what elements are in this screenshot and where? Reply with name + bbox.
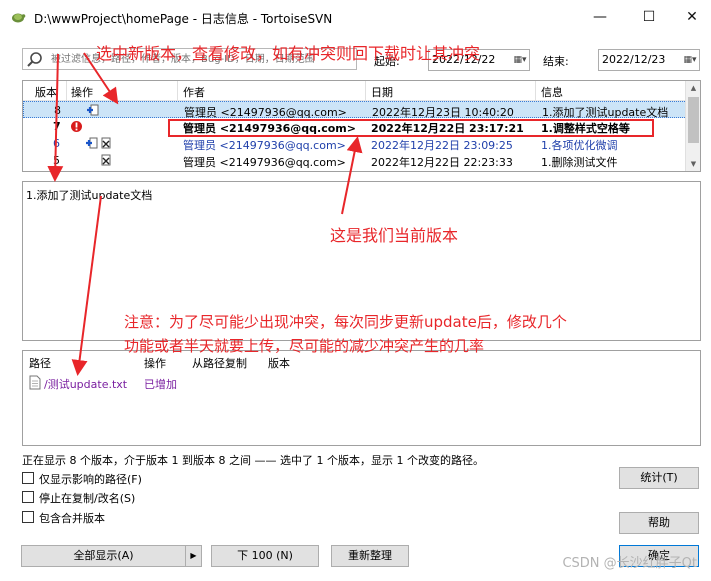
revision-message: 1.删除测试文件	[541, 156, 618, 169]
window-title: D:\wwwProject\homePage - 日志信息 - Tortoise…	[34, 12, 333, 26]
annotation-select-new-version: 选中新版本，查看修改，如有冲突则回下载时让其冲突	[96, 44, 481, 63]
revision-number: 8	[54, 104, 61, 117]
revision-author: 管理员 <21497936@qq.com>	[183, 156, 346, 169]
csdn-watermark: CSDN @长沙红胖子Qt	[562, 556, 697, 571]
calendar-dropdown-icon[interactable]: ▦▾	[683, 53, 697, 67]
revision-list-scrollbar[interactable]: ▲ ▼	[685, 81, 700, 171]
show-all-button[interactable]: 全部显示(A) ▶	[21, 545, 202, 567]
text-file-icon	[29, 375, 41, 390]
title-bar: D:\wwwProject\homePage - 日志信息 - Tortoise…	[0, 0, 711, 34]
column-header-author[interactable]: 作者	[183, 84, 205, 100]
conflict-icon	[71, 121, 82, 132]
changed-path-action: 已增加	[144, 378, 177, 391]
changed-paths-list[interactable]: 路径 操作 从路径复制 版本 /测试update.txt 已增加	[22, 350, 701, 446]
column-header-date[interactable]: 日期	[371, 84, 393, 100]
annotation-note-line2: 功能或者半天就要上传，尽可能的减少冲突产生的几率	[124, 337, 485, 355]
revision-row[interactable]: 6 管理员 <21497936@qq.com> 2022年12月22日 23:0…	[23, 135, 687, 152]
column-divider[interactable]	[365, 81, 366, 101]
column-header-actions[interactable]: 操作	[71, 84, 93, 100]
scroll-up-icon[interactable]: ▲	[686, 81, 700, 95]
deleted-file-icon	[101, 154, 111, 166]
column-header-copy-from[interactable]: 从路径复制	[192, 355, 247, 371]
scroll-down-icon[interactable]: ▼	[686, 157, 700, 171]
column-header-path-revision[interactable]: 版本	[268, 355, 290, 371]
column-divider[interactable]	[177, 81, 178, 101]
revision-row[interactable]: 5 管理员 <21497936@qq.com> 2022年12月22日 22:2…	[23, 152, 687, 169]
status-text: 正在显示 8 个版本，介于版本 1 到版本 8 之间 —— 选中了 1 个版本，…	[22, 454, 484, 467]
stop-on-copy-checkbox[interactable]	[22, 491, 34, 503]
column-header-path[interactable]: 路径	[29, 355, 51, 371]
annotation-current-version: 这是我们当前版本	[330, 226, 459, 245]
to-date-picker[interactable]: 2022/12/23 ▦▾	[598, 49, 700, 71]
revision-number: 5	[53, 154, 60, 167]
revision-number: 7	[53, 120, 61, 133]
calendar-dropdown-icon[interactable]: ▦▾	[513, 53, 527, 67]
show-all-dropdown-icon[interactable]: ▶	[185, 546, 201, 566]
revision-number: 6	[53, 137, 60, 150]
only-affected-paths-checkbox[interactable]	[22, 472, 34, 484]
revision-list-header: 版本 操作 作者 日期 信息	[23, 81, 700, 101]
only-affected-paths-label[interactable]: 仅显示影响的路径(F)	[39, 471, 142, 487]
revision-date: 2022年12月22日 23:09:25	[371, 139, 513, 152]
to-date-label: 结束:	[543, 55, 569, 68]
show-all-label: 全部显示(A)	[73, 549, 134, 562]
annotation-note-line1: 注意：为了尽可能少出现冲突，每次同步更新update后，修改几个	[124, 313, 567, 331]
include-merged-label[interactable]: 包含合并版本	[39, 510, 105, 526]
changed-path: /测试update.txt	[44, 378, 128, 391]
current-version-highlight-box	[168, 119, 654, 137]
revision-row[interactable]: 8 管理员 <21497936@qq.com> 2022年12月23日 10:4…	[23, 101, 687, 119]
minimize-button[interactable]: —	[585, 6, 615, 28]
added-file-icon	[87, 104, 99, 116]
statistics-button[interactable]: 统计(T)	[619, 467, 699, 489]
added-file-icon	[86, 137, 98, 149]
changed-path-row[interactable]: /测试update.txt 已增加	[23, 375, 323, 391]
help-button[interactable]: 帮助	[619, 512, 699, 534]
stop-on-copy-label[interactable]: 停止在复制/改名(S)	[39, 490, 135, 506]
column-header-message[interactable]: 信息	[541, 84, 563, 100]
close-button[interactable]: ✕	[677, 6, 707, 28]
deleted-file-icon	[101, 137, 111, 149]
revision-date: 2022年12月22日 22:23:33	[371, 156, 513, 169]
maximize-button[interactable]: ☐	[634, 6, 664, 28]
column-divider[interactable]	[66, 81, 67, 101]
revision-author: 管理员 <21497936@qq.com>	[183, 139, 346, 152]
tortoisesvn-app-icon	[12, 13, 26, 23]
next-100-button[interactable]: 下 100 (N)	[211, 545, 319, 567]
scroll-thumb[interactable]	[688, 97, 699, 143]
search-icon[interactable]	[26, 51, 44, 69]
include-merged-checkbox[interactable]	[22, 511, 34, 523]
column-header-path-action[interactable]: 操作	[144, 355, 166, 371]
log-message-text: 1.添加了测试update文档	[26, 189, 153, 202]
refresh-button[interactable]: 重新整理	[331, 545, 409, 567]
revision-message: 1.各项优化微调	[541, 139, 618, 152]
to-date-value: 2022/12/23	[602, 53, 666, 66]
column-header-revision[interactable]: 版本	[35, 84, 57, 100]
column-divider[interactable]	[535, 81, 536, 101]
